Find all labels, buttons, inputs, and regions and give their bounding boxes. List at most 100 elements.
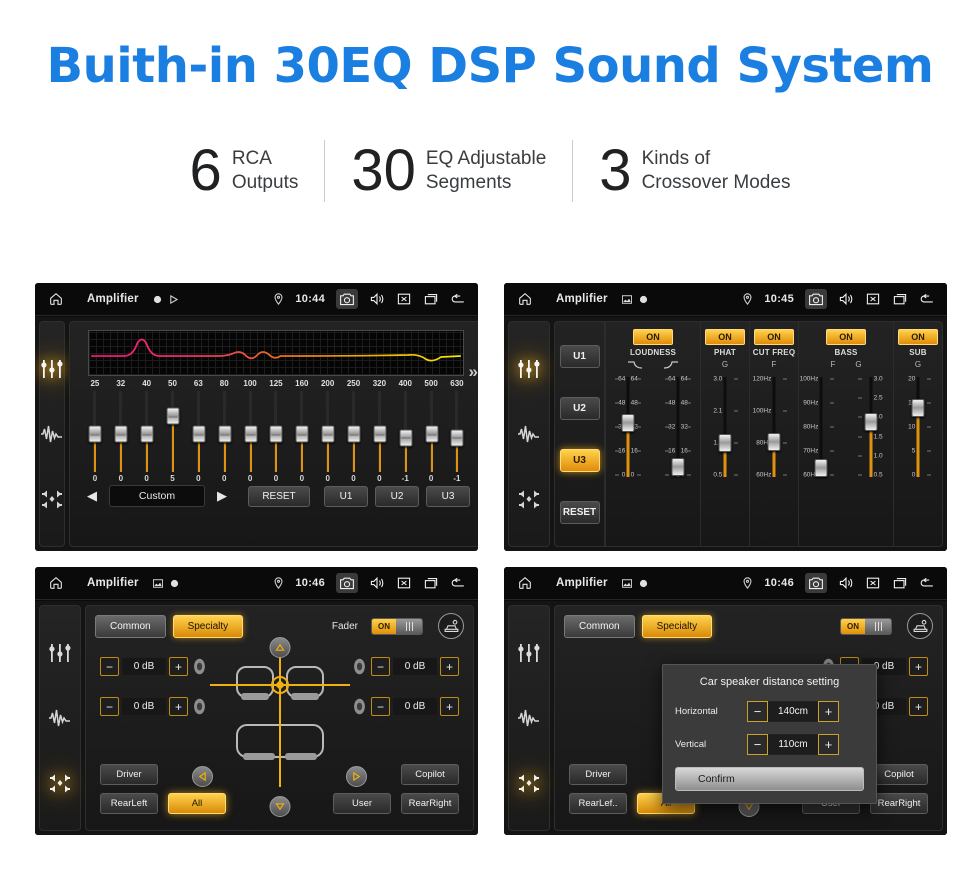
preset-button-reset[interactable]: RESET [559, 500, 600, 524]
eq-slider-channel[interactable]: 0 [341, 391, 367, 483]
preset-button-u3[interactable]: U3 [559, 448, 600, 472]
eq-slider-track[interactable] [373, 391, 387, 472]
horizontal-plus-button[interactable]: + [818, 701, 839, 722]
eq-slider-track[interactable] [269, 391, 283, 472]
eq-slider-knob[interactable] [192, 425, 206, 443]
dsp-slider-track[interactable] [723, 377, 727, 477]
eq-slider-channel[interactable]: 5 [160, 391, 186, 483]
db-minus-button[interactable]: − [100, 697, 119, 716]
eq-slider-track[interactable] [295, 391, 309, 472]
tab-specialty[interactable]: Specialty [172, 614, 244, 638]
camera-icon[interactable] [336, 289, 358, 309]
close-icon[interactable] [865, 291, 881, 307]
eq-slider-track[interactable] [218, 391, 232, 472]
eq-more-icon[interactable]: » [469, 362, 478, 382]
seat-button-rearleft[interactable]: RearLeft [100, 793, 158, 814]
db-plus-button[interactable]: + [169, 657, 188, 676]
dsp-on-button[interactable]: ON [826, 329, 866, 345]
dsp-on-button[interactable]: ON [705, 329, 745, 345]
close-icon[interactable] [865, 575, 881, 591]
fader-toggle[interactable]: ON [371, 617, 423, 635]
dsp-slider[interactable]: 646448483232161600 [606, 371, 650, 483]
eq-slider-track[interactable] [450, 391, 464, 472]
db-minus-button[interactable]: − [371, 657, 390, 676]
preset-button-u2[interactable]: U2 [559, 396, 600, 420]
dsp-slider[interactable]: 3.02.11.30.5 [703, 371, 747, 483]
eq-slider-track[interactable] [166, 391, 180, 472]
preset-prev-button[interactable]: ◀ [82, 488, 102, 504]
home-icon[interactable] [47, 291, 65, 307]
dsp-slider[interactable]: 20151050 [896, 371, 940, 483]
eq-slider-knob[interactable] [140, 425, 154, 443]
dsp-on-button[interactable]: ON [633, 329, 673, 345]
eq-slider-knob[interactable] [114, 425, 128, 443]
eq-slider-knob[interactable] [218, 425, 232, 443]
eq-slider-knob[interactable] [399, 429, 413, 447]
eq-slider-knob[interactable] [244, 425, 258, 443]
car-settings-button[interactable] [438, 613, 464, 639]
recents-icon[interactable] [892, 575, 908, 591]
dpad-up-button[interactable] [269, 637, 290, 658]
waveform-icon[interactable] [48, 706, 72, 730]
seat-button-user[interactable]: User [333, 793, 391, 814]
eq-slider-knob[interactable] [269, 425, 283, 443]
eq-slider-channel[interactable]: 0 [108, 391, 134, 483]
tab-common[interactable]: Common [95, 614, 166, 638]
eq-slider-knob[interactable] [321, 425, 335, 443]
dsp-slider-knob[interactable] [814, 459, 828, 478]
waveform-icon[interactable] [40, 422, 64, 446]
dsp-slider[interactable]: 646448483232161600 [656, 371, 700, 483]
u1-button[interactable]: U1 [324, 485, 368, 507]
home-icon[interactable] [47, 575, 65, 591]
reset-button[interactable]: RESET [248, 485, 310, 507]
eq-slider-knob[interactable] [347, 425, 361, 443]
eq-slider-knob[interactable] [425, 425, 439, 443]
db-plus-button[interactable]: + [169, 697, 188, 716]
home-icon[interactable] [516, 291, 534, 307]
dpad-left-button[interactable] [192, 766, 213, 787]
recents-icon[interactable] [423, 575, 439, 591]
close-icon[interactable] [396, 291, 412, 307]
eq-slider-channel[interactable]: -1 [444, 391, 470, 483]
dsp-slider-knob[interactable] [911, 398, 925, 417]
eq-slider-channel[interactable]: 0 [134, 391, 160, 483]
dsp-slider-knob[interactable] [767, 433, 781, 452]
db-plus-button[interactable]: + [440, 697, 459, 716]
dpad-right-button[interactable] [346, 766, 367, 787]
volume-icon[interactable] [838, 291, 854, 307]
seat-button-driver[interactable]: Driver [100, 764, 158, 785]
db-minus-button[interactable]: − [100, 657, 119, 676]
eq-slider-track[interactable] [192, 391, 206, 472]
back-icon[interactable] [919, 575, 935, 591]
equalizer-icon[interactable] [517, 641, 541, 665]
seat-button-all[interactable]: All [168, 793, 226, 814]
eq-slider-knob[interactable] [295, 425, 309, 443]
seat-button-copilot[interactable]: Copilot [401, 764, 459, 785]
preset-button-u1[interactable]: U1 [559, 344, 600, 368]
camera-icon[interactable] [805, 289, 827, 309]
vertical-plus-button[interactable]: + [818, 734, 839, 755]
eq-slider-knob[interactable] [166, 407, 180, 425]
dsp-slider-knob[interactable] [864, 413, 878, 432]
car-seat-map[interactable] [205, 645, 355, 795]
u3-button[interactable]: U3 [426, 485, 470, 507]
dsp-slider-track[interactable] [772, 377, 776, 477]
volume-icon[interactable] [369, 575, 385, 591]
dsp-on-button[interactable]: ON [754, 329, 794, 345]
balance-icon[interactable] [48, 771, 72, 795]
eq-slider-track[interactable] [140, 391, 154, 472]
balance-icon[interactable] [517, 771, 541, 795]
eq-slider-track[interactable] [321, 391, 335, 472]
eq-slider-channel[interactable]: 0 [237, 391, 263, 483]
eq-slider-channel[interactable]: -1 [392, 391, 418, 483]
preset-name[interactable]: Custom [109, 485, 205, 507]
eq-slider-knob[interactable] [450, 429, 464, 447]
horizontal-minus-button[interactable]: − [747, 701, 768, 722]
eq-slider-channel[interactable]: 0 [289, 391, 315, 483]
equalizer-icon[interactable] [40, 357, 64, 381]
eq-slider-track[interactable] [347, 391, 361, 472]
eq-slider-knob[interactable] [373, 425, 387, 443]
eq-slider-channel[interactable]: 0 [185, 391, 211, 483]
u2-button[interactable]: U2 [375, 485, 419, 507]
equalizer-icon[interactable] [517, 357, 541, 381]
